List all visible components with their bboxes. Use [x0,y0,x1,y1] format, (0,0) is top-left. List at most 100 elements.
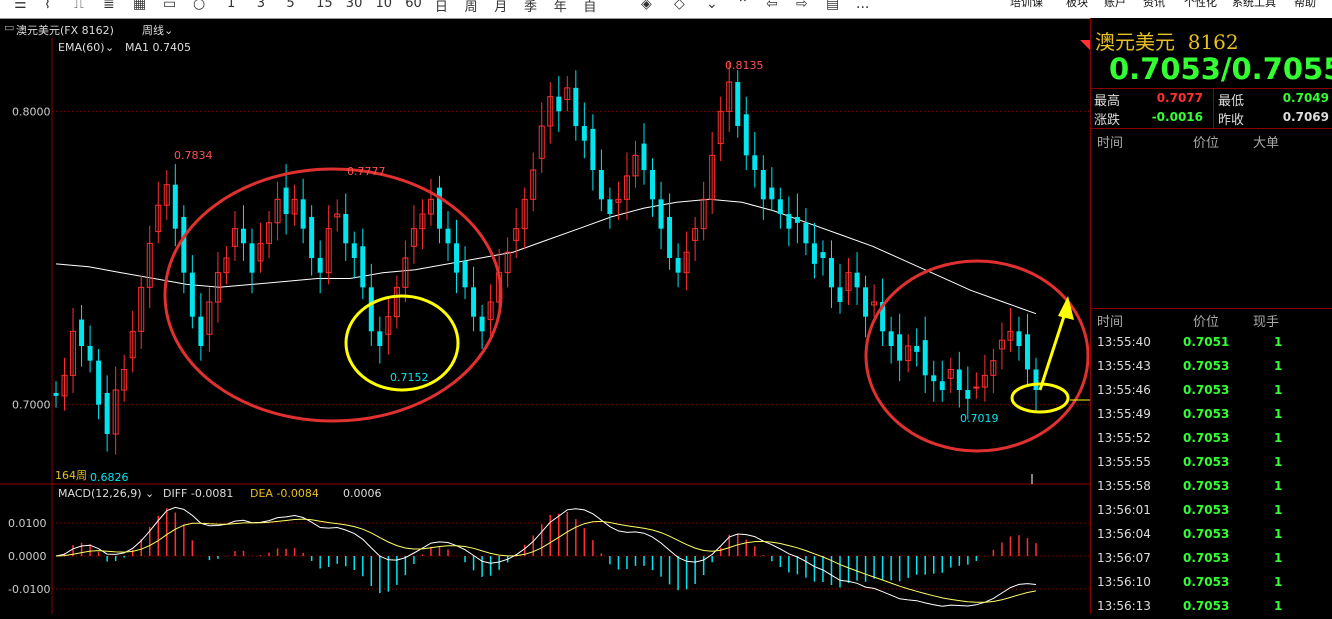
candle-body [777,199,783,214]
zoom-in-icon[interactable]: ◈ [641,0,652,12]
macd-tick-label: -0.0100 [8,583,50,596]
more-icon[interactable]: ... [856,0,869,12]
tick-time: 13:56:10 [1097,575,1151,589]
doc-icon[interactable]: ▤ [826,0,839,12]
candle-body [598,170,604,200]
period-button-10[interactable]: 季 [524,0,537,15]
candle-body [590,128,596,170]
candle-body [249,243,255,273]
arrow-up-icon[interactable]: ⌃ [737,0,749,12]
period-button-1[interactable]: 3 [257,0,265,11]
menu-icon[interactable]: ▭ [4,21,14,34]
candle-body [240,228,246,244]
candle-body [300,199,306,229]
period-button-7[interactable]: 日 [435,0,448,15]
arrow-down-icon[interactable]: ⌄ [706,0,718,12]
tick-price: 0.7053 [1183,479,1230,493]
candle-body [1033,369,1039,390]
period-button-9[interactable]: 月 [494,0,507,15]
candle-body [922,340,928,376]
tick-icon[interactable]: ≣ [103,0,115,12]
tick-price: 0.7051 [1183,335,1230,349]
candle-body [377,331,383,346]
period-button-2[interactable]: 5 [286,0,294,11]
menu-item-4[interactable]: 个性化 [1184,0,1217,10]
toolbar: ☰ ⌇ ⎍ ≣ ▦ ▭ ○ 1 3 5 15 30 10 60 日周月季年自 ◈ ◇ ⌄ ⌃ … [0,0,1332,19]
tick-price: 0.7053 [1183,407,1230,421]
candle-body [752,155,758,170]
price-tick-label: 0.7000 [12,399,51,412]
macd-label: MACD(12,26,9) [58,487,142,500]
box-icon[interactable]: ▭ [163,0,176,12]
tick-volume: 1 [1274,551,1283,565]
menu-item-5[interactable]: 系统工具 [1232,0,1276,10]
candle-body [479,316,485,332]
menu-item-3[interactable]: 资讯 [1143,0,1165,10]
period-button-5[interactable]: 10 [376,0,393,11]
grid2-icon[interactable]: ▦ [133,0,146,12]
price-tick-label: 0.8000 [12,105,51,118]
high-value: 0.7077 [1156,91,1203,105]
period-button-4[interactable]: 30 [346,0,363,11]
candle-body [914,346,920,352]
candle-body [854,272,860,288]
price-annotation-low2: 0.7019 [960,412,999,425]
menu-item-6[interactable]: 帮助 [1294,0,1316,10]
period-button-8[interactable]: 周 [465,0,478,15]
ema-label: EMA(60) [58,41,105,54]
candle-body [658,199,664,229]
period-dropdown[interactable]: 周线⌄ [142,22,173,38]
back-icon[interactable]: ⇦ [766,0,778,12]
menu-item-0[interactable]: 培训课 [1010,0,1043,10]
period-button-0[interactable]: 1 [227,0,235,11]
tick-time: 13:56:07 [1097,551,1151,565]
tick-row: 13:56:01 0.7053 1 [1091,499,1332,523]
kline-chart[interactable]: 0.8000 0.7000 0.0100 0.0000 -0.0100 0.7834 0.… [0,38,1090,614]
price-annotation-bottom: 0.6826 [90,471,129,484]
period-button-12[interactable]: 自 [583,0,596,15]
menu-item-1[interactable]: 板块 [1066,0,1088,10]
candle-body [769,187,775,200]
candle-body [198,316,204,346]
period-button-6[interactable]: 60 [405,0,422,11]
tick-time: 13:55:58 [1097,479,1151,493]
tick-volume: 1 [1274,455,1283,469]
forward-icon[interactable]: ⇨ [796,0,808,12]
candle-body [743,114,749,156]
big-order-header-time: 时间 [1097,136,1124,151]
macd-value: 0.0006 [343,487,382,500]
tick-price: 0.7053 [1183,599,1230,613]
candle-body [581,126,587,141]
candle-icon[interactable]: ⌇ [44,0,51,12]
period-button-11[interactable]: 年 [554,0,567,15]
candle-body [828,258,834,288]
menu-item-2[interactable]: 账户 [1104,0,1126,10]
quote-title: 澳元美元 8162 [1095,30,1239,54]
candle-body [888,331,894,346]
tick-volume: 1 [1274,359,1283,373]
price-annotation-top: 0.8135 [725,59,764,72]
candle-body [360,246,366,288]
candle-body [445,228,451,244]
candle-body [181,216,187,273]
period-count: 164周 [55,469,87,482]
low-label: 最低 [1218,94,1245,109]
prev-label: 昨收 [1218,113,1245,128]
candle-body [931,375,937,382]
candle-body [675,258,681,273]
tick-volume: 1 [1274,527,1283,541]
candle-body [965,390,971,399]
bid-ask: 0.7053/0.7055 [1109,52,1332,86]
grid-icon[interactable]: ☰ [14,0,27,12]
chevron-down-icon: ⌄ [164,24,174,37]
period-button-3[interactable]: 15 [316,0,333,11]
tick-price: 0.7053 [1183,551,1230,565]
circle-icon[interactable]: ○ [193,0,205,12]
bar-icon[interactable]: ⎍ [74,0,84,12]
tick-time: 13:55:52 [1097,431,1151,445]
tick-row: 13:56:07 0.7053 1 [1091,547,1332,571]
price-annotation-high1: 0.7834 [174,149,213,162]
tick-volume: 1 [1274,431,1283,445]
zoom-out-icon[interactable]: ◇ [674,0,685,12]
candle-body [351,243,357,258]
